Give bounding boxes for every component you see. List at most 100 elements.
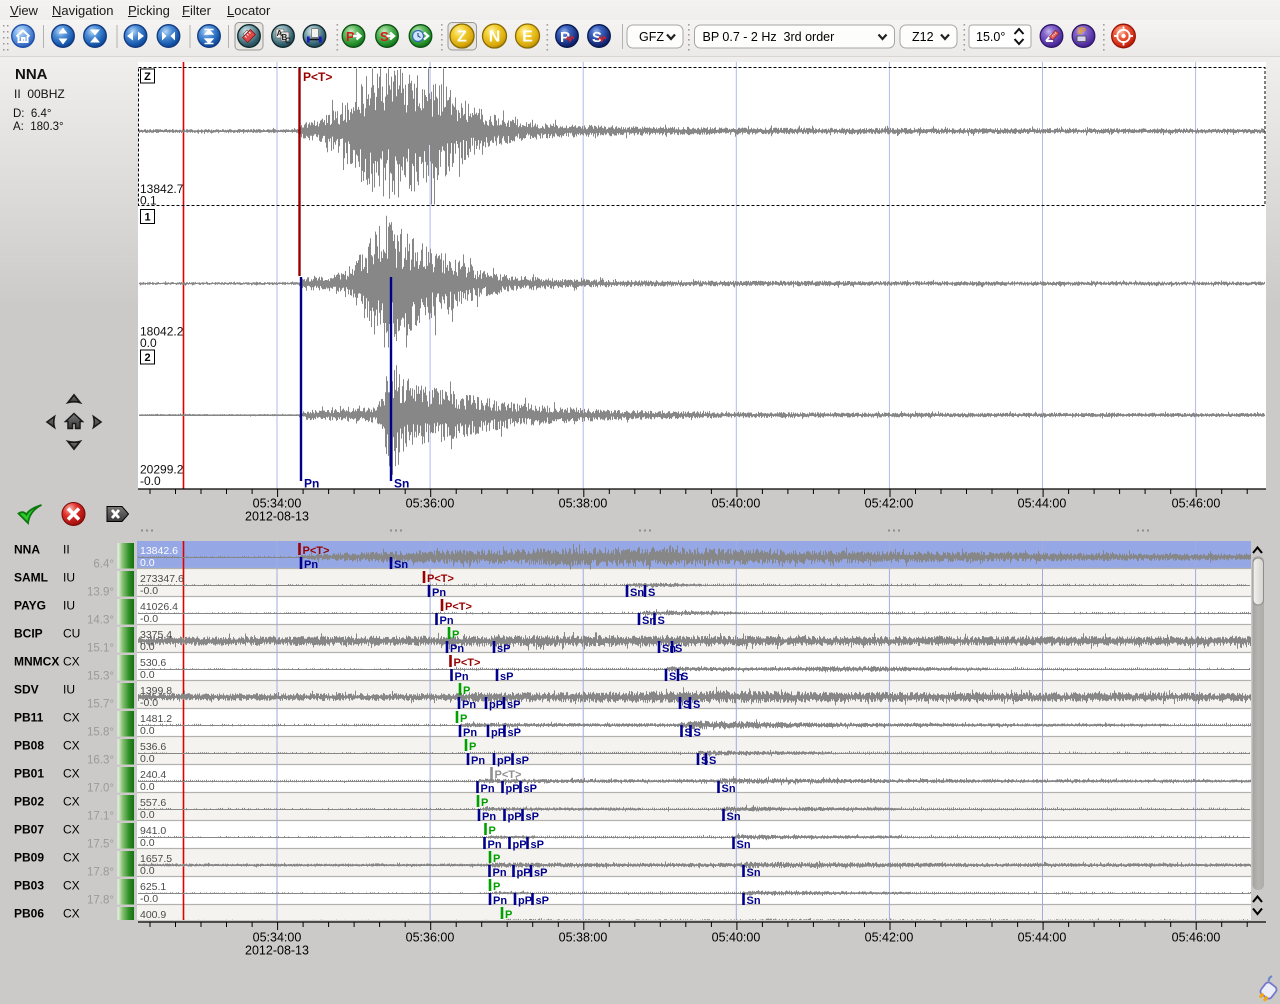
svg-text:-0.0: -0.0 bbox=[140, 585, 158, 597]
svg-text:S: S bbox=[675, 643, 682, 655]
svg-text:CX: CX bbox=[63, 767, 80, 781]
svg-text:273347.6: 273347.6 bbox=[140, 573, 184, 585]
svg-text:PB11: PB11 bbox=[14, 711, 44, 725]
svg-text:0.0: 0.0 bbox=[140, 725, 155, 737]
svg-text:sP: sP bbox=[536, 895, 549, 907]
svg-text:pP: pP bbox=[513, 839, 527, 851]
svg-text:Pn: Pn bbox=[432, 587, 446, 599]
svg-text:1481.2: 1481.2 bbox=[140, 713, 172, 725]
svg-text:NNA: NNA bbox=[14, 543, 40, 557]
svg-text:05:46:00: 05:46:00 bbox=[1172, 497, 1221, 511]
svg-text:2012-08-13: 2012-08-13 bbox=[245, 510, 309, 524]
svg-text:P<T>: P<T> bbox=[445, 601, 472, 613]
svg-text:0.0: 0.0 bbox=[140, 641, 155, 653]
svg-text:P<T>: P<T> bbox=[427, 573, 454, 585]
svg-text:P: P bbox=[452, 629, 459, 641]
svg-text:Pn: Pn bbox=[493, 867, 507, 879]
svg-text:P: P bbox=[463, 685, 470, 697]
svg-text:sP: sP bbox=[526, 811, 539, 823]
svg-text:P: P bbox=[493, 881, 500, 893]
svg-text:Pn: Pn bbox=[488, 839, 502, 851]
svg-text:S: S bbox=[709, 755, 716, 767]
svg-text:C: C bbox=[285, 37, 291, 46]
svg-text:PB03: PB03 bbox=[14, 879, 44, 893]
svg-text:2: 2 bbox=[144, 352, 150, 364]
svg-text:Pn: Pn bbox=[440, 615, 454, 627]
svg-text:sP: sP bbox=[497, 643, 510, 655]
svg-text:P: P bbox=[460, 713, 467, 725]
svg-text:MNMCX: MNMCX bbox=[14, 655, 59, 669]
svg-text:1399.8: 1399.8 bbox=[140, 685, 172, 697]
svg-text:0.0: 0.0 bbox=[140, 781, 155, 793]
svg-text:Sn: Sn bbox=[747, 895, 761, 907]
svg-text:IU: IU bbox=[63, 571, 75, 585]
svg-text:2012-08-13: 2012-08-13 bbox=[245, 944, 309, 958]
svg-text:625.1: 625.1 bbox=[140, 881, 166, 893]
svg-text:GFZ: GFZ bbox=[639, 30, 664, 44]
svg-text:Pn: Pn bbox=[493, 895, 507, 907]
svg-text:6.4°: 6.4° bbox=[93, 559, 114, 571]
svg-text:17.5°: 17.5° bbox=[87, 839, 114, 851]
svg-text:CX: CX bbox=[63, 795, 80, 809]
svg-text:P: P bbox=[489, 825, 496, 837]
svg-text:PAYG: PAYG bbox=[14, 599, 46, 613]
svg-text:05:42:00: 05:42:00 bbox=[865, 931, 914, 945]
svg-text:S: S bbox=[681, 671, 688, 683]
svg-text:CX: CX bbox=[63, 879, 80, 893]
svg-text:1: 1 bbox=[144, 212, 150, 224]
svg-text:05:38:00: 05:38:00 bbox=[559, 497, 608, 511]
svg-text:240.4: 240.4 bbox=[140, 769, 166, 781]
svg-text:pP: pP bbox=[518, 895, 532, 907]
svg-text:05:44:00: 05:44:00 bbox=[1018, 497, 1067, 511]
svg-text:400.9: 400.9 bbox=[140, 909, 166, 921]
svg-text:sP: sP bbox=[516, 755, 529, 767]
svg-text:S: S bbox=[658, 615, 665, 627]
svg-text:Sn: Sn bbox=[630, 587, 644, 599]
svg-text:Pn: Pn bbox=[481, 783, 495, 795]
svg-text:530.6: 530.6 bbox=[140, 657, 166, 669]
svg-text:IU: IU bbox=[63, 683, 75, 697]
svg-text:IP: IP bbox=[1077, 26, 1087, 37]
svg-text:15.0°: 15.0° bbox=[976, 30, 1005, 44]
svg-text:P: P bbox=[493, 853, 500, 865]
svg-text:CX: CX bbox=[63, 907, 80, 921]
svg-text:-0.0: -0.0 bbox=[140, 613, 158, 625]
svg-text:Pn: Pn bbox=[463, 727, 477, 739]
svg-text:0.0: 0.0 bbox=[140, 921, 155, 933]
svg-text:IU: IU bbox=[63, 599, 75, 613]
svg-text:Z: Z bbox=[144, 71, 151, 83]
svg-text:16.3°: 16.3° bbox=[87, 755, 114, 767]
svg-text:0.0: 0.0 bbox=[140, 837, 155, 849]
svg-text:557.6: 557.6 bbox=[140, 797, 166, 809]
svg-text:0.0: 0.0 bbox=[140, 557, 155, 569]
svg-text:17.8°: 17.8° bbox=[87, 895, 114, 907]
svg-text:P<T>: P<T> bbox=[454, 657, 481, 669]
svg-text:CX: CX bbox=[63, 711, 80, 725]
svg-text:E: E bbox=[522, 29, 533, 46]
svg-text:05:42:00: 05:42:00 bbox=[865, 497, 914, 511]
svg-text:sP: sP bbox=[508, 727, 521, 739]
svg-text:PB08: PB08 bbox=[14, 739, 44, 753]
svg-text:SDV: SDV bbox=[14, 683, 39, 697]
svg-text:05:40:00: 05:40:00 bbox=[712, 497, 761, 511]
svg-text:Z: Z bbox=[457, 29, 467, 46]
svg-text:sP: sP bbox=[507, 699, 520, 711]
svg-text:3375.4: 3375.4 bbox=[140, 629, 172, 641]
svg-text:PB09: PB09 bbox=[14, 851, 44, 865]
svg-text:Pn: Pn bbox=[462, 699, 476, 711]
svg-text:-0.0: -0.0 bbox=[140, 893, 158, 905]
svg-text:17.0°: 17.0° bbox=[87, 783, 114, 795]
svg-text:pP: pP bbox=[491, 727, 505, 739]
svg-text:15.1°: 15.1° bbox=[87, 643, 114, 655]
svg-text:S: S bbox=[694, 727, 701, 739]
svg-text:Sn: Sn bbox=[722, 783, 736, 795]
svg-text:P<T>: P<T> bbox=[303, 545, 330, 557]
svg-text:SAML: SAML bbox=[14, 571, 48, 585]
svg-text:Z12: Z12 bbox=[912, 30, 934, 44]
svg-text:Pn: Pn bbox=[471, 755, 485, 767]
svg-text:13.9°: 13.9° bbox=[87, 587, 114, 599]
svg-text:05:44:00: 05:44:00 bbox=[1018, 931, 1067, 945]
svg-text:P<T>: P<T> bbox=[303, 70, 332, 84]
svg-text:pP: pP bbox=[489, 699, 503, 711]
svg-text:17.1°: 17.1° bbox=[87, 811, 114, 823]
